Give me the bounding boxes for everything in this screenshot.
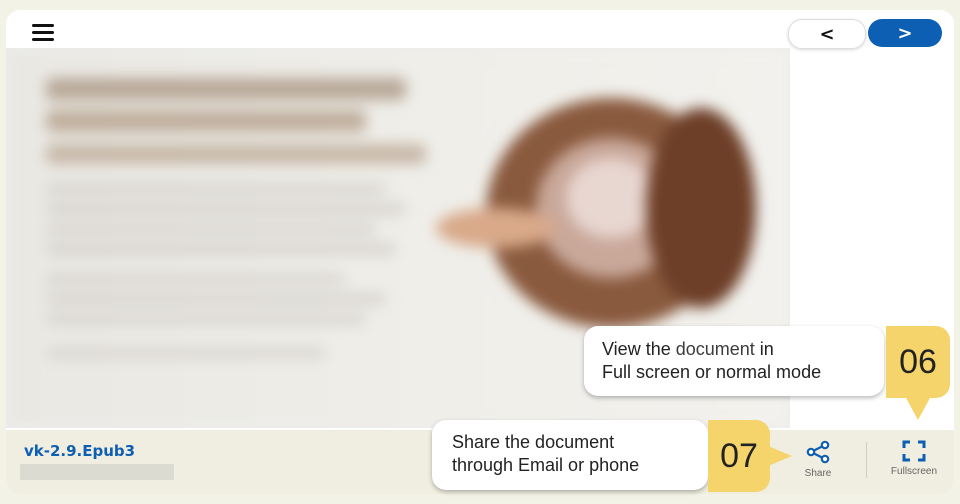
callout-badge-07: 07 (708, 420, 770, 492)
document-title: vk-2.9.Epub3 (24, 442, 136, 460)
toolbar-divider (866, 442, 867, 478)
top-bar: < > (6, 10, 954, 49)
share-callout: Share the document through Email or phon… (432, 420, 708, 490)
share-callout-line2: through Email or phone (452, 455, 640, 475)
fullscreen-callout-line2: Full screen or normal mode (602, 362, 822, 382)
share-callout-line1: Share the document (452, 432, 615, 452)
document-subtitle-placeholder (20, 464, 174, 480)
fullscreen-button[interactable]: Fullscreen (884, 440, 944, 488)
fullscreen-callout-line1a: View the (602, 339, 676, 359)
callout-arrow-06 (906, 398, 930, 420)
share-label: Share (804, 468, 832, 479)
share-button[interactable]: Share (788, 440, 848, 488)
callout-arrow-07 (768, 446, 792, 466)
fullscreen-callout-highlight: document (675, 339, 755, 359)
fullscreen-icon (902, 440, 926, 462)
next-page-button[interactable]: > (868, 19, 942, 47)
hamburger-menu-icon[interactable] (32, 24, 54, 42)
callout-badge-06: 06 (886, 326, 950, 398)
fullscreen-callout-line1c: in (754, 339, 774, 359)
fullscreen-callout: View the document in Full screen or norm… (584, 326, 884, 396)
share-icon (806, 440, 830, 464)
previous-page-button[interactable]: < (788, 19, 866, 49)
fullscreen-label: Fullscreen (890, 466, 938, 477)
